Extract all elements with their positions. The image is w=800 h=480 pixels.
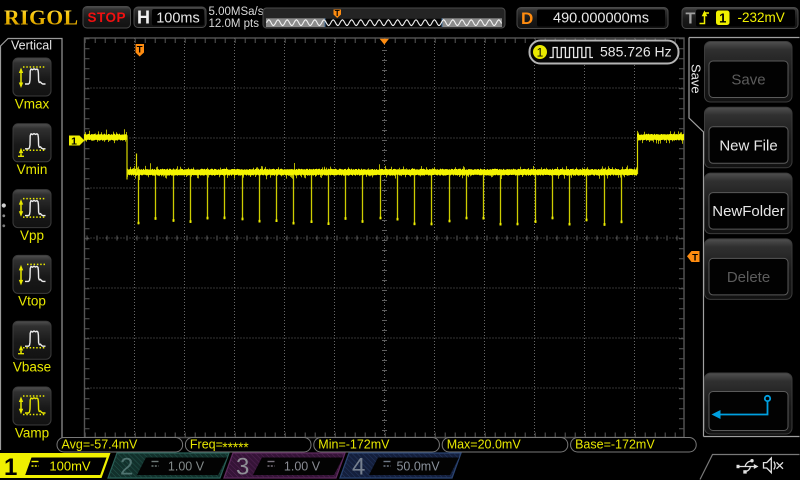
svg-text:T: T xyxy=(137,44,143,55)
svg-text:Freq=: Freq= xyxy=(190,438,223,452)
svg-text:Vamp: Vamp xyxy=(15,425,49,440)
svg-text:Vertical: Vertical xyxy=(11,39,52,53)
svg-text:Min=-172mV: Min=-172mV xyxy=(318,438,390,452)
svg-text:1: 1 xyxy=(537,45,544,59)
svg-text:Max=20.0mV: Max=20.0mV xyxy=(447,438,522,452)
svg-text:100ms: 100ms xyxy=(156,11,200,27)
svg-text:H: H xyxy=(137,8,150,28)
svg-text:T: T xyxy=(335,9,340,18)
svg-text:1.00 V: 1.00 V xyxy=(284,460,321,474)
svg-text:Vmax: Vmax xyxy=(15,96,50,111)
svg-text:-232mV: -232mV xyxy=(738,10,785,25)
svg-text:T: T xyxy=(686,11,696,28)
svg-text:Base=-172mV: Base=-172mV xyxy=(575,438,655,452)
svg-text:1: 1 xyxy=(719,10,726,25)
svg-text:Avg=-57.4mV: Avg=-57.4mV xyxy=(62,438,139,452)
svg-text:RIGOL: RIGOL xyxy=(4,6,79,30)
svg-text:12.0M pts: 12.0M pts xyxy=(209,18,260,30)
svg-text:NewFolder: NewFolder xyxy=(712,203,785,220)
svg-text:STOP: STOP xyxy=(87,10,126,25)
svg-text:Save: Save xyxy=(731,72,765,89)
svg-text:5.00MSa/s: 5.00MSa/s xyxy=(209,6,264,18)
svg-text:2: 2 xyxy=(120,454,133,480)
svg-text:1.00 V: 1.00 V xyxy=(168,460,205,474)
svg-text:490.000000ms: 490.000000ms xyxy=(553,11,649,27)
svg-text:100mV: 100mV xyxy=(49,459,91,474)
svg-text:Vbase: Vbase xyxy=(13,360,51,375)
svg-text:3: 3 xyxy=(236,454,249,480)
svg-text:T: T xyxy=(692,252,698,263)
svg-text:Delete: Delete xyxy=(727,269,770,286)
svg-text:Vtop: Vtop xyxy=(18,294,46,309)
svg-text:D: D xyxy=(521,9,533,28)
svg-text:Vmin: Vmin xyxy=(17,162,48,177)
svg-text:1: 1 xyxy=(71,135,77,147)
svg-text:585.726 Hz: 585.726 Hz xyxy=(600,44,672,60)
svg-text:4: 4 xyxy=(352,454,365,480)
svg-text:New File: New File xyxy=(719,137,777,154)
svg-text:1: 1 xyxy=(4,454,17,480)
svg-text:Save: Save xyxy=(689,64,704,94)
svg-text:Vpp: Vpp xyxy=(20,228,44,243)
svg-text:50.0mV: 50.0mV xyxy=(396,460,440,474)
